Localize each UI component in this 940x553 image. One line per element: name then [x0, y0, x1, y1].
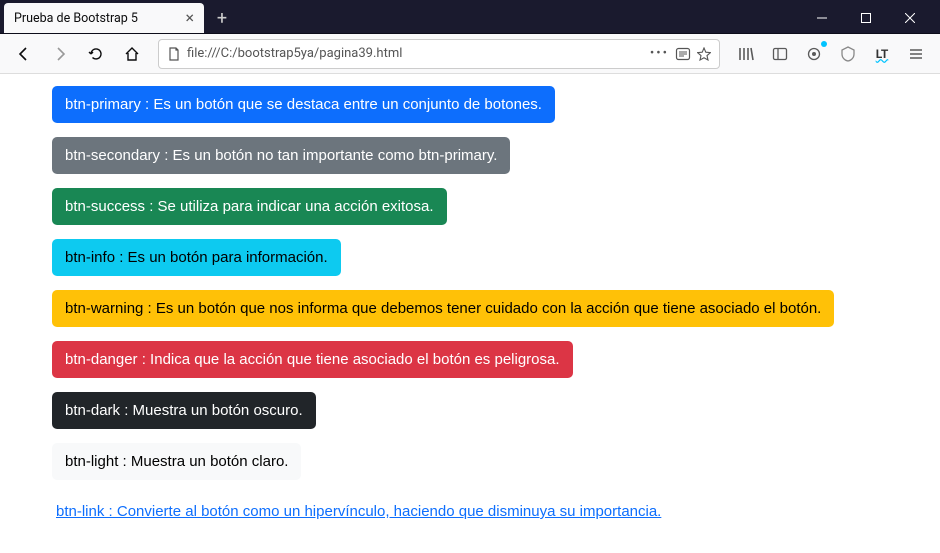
url-bar[interactable]: file:///C:/bootstrap5ya/pagina39.html ••…: [158, 39, 720, 69]
library-icon[interactable]: [734, 42, 758, 66]
btn-light[interactable]: btn-light : Muestra un botón claro.: [52, 443, 301, 480]
home-button[interactable]: [116, 38, 148, 70]
window-controls: [800, 0, 932, 32]
minimize-button[interactable]: [800, 4, 844, 32]
btn-primary[interactable]: btn-primary : Es un botón que se destaca…: [52, 86, 555, 123]
reload-button[interactable]: [80, 38, 112, 70]
file-icon: [167, 47, 181, 61]
page-content: btn-primary : Es un botón que se destaca…: [0, 74, 940, 541]
forward-button[interactable]: [44, 38, 76, 70]
btn-danger[interactable]: btn-danger : Indica que la acción que ti…: [52, 341, 573, 378]
btn-dark[interactable]: btn-dark : Muestra un botón oscuro.: [52, 392, 316, 429]
close-window-button[interactable]: [888, 4, 932, 32]
btn-info[interactable]: btn-info : Es un botón para información.: [52, 239, 341, 276]
toolbar: file:///C:/bootstrap5ya/pagina39.html ••…: [0, 34, 940, 74]
back-button[interactable]: [8, 38, 40, 70]
url-text: file:///C:/bootstrap5ya/pagina39.html: [187, 46, 644, 61]
sidebar-icon[interactable]: [768, 42, 792, 66]
toolbar-right: LT: [730, 42, 932, 66]
maximize-button[interactable]: [844, 4, 888, 32]
reader-mode-icon[interactable]: [675, 47, 691, 61]
bookmark-icon[interactable]: [697, 47, 711, 61]
menu-button[interactable]: [904, 42, 928, 66]
close-tab-icon[interactable]: ×: [185, 10, 194, 26]
btn-link[interactable]: btn-link : Convierte al botón como un hi…: [52, 494, 665, 529]
extension-icon-1[interactable]: [802, 42, 826, 66]
btn-warning[interactable]: btn-warning : Es un botón que nos inform…: [52, 290, 834, 327]
new-tab-button[interactable]: +: [208, 4, 236, 32]
btn-secondary[interactable]: btn-secondary : Es un botón no tan impor…: [52, 137, 510, 174]
titlebar: Prueba de Bootstrap 5 × +: [0, 0, 940, 34]
browser-tab[interactable]: Prueba de Bootstrap 5 ×: [4, 3, 204, 33]
extension-icon-2[interactable]: [836, 42, 860, 66]
tab-title: Prueba de Bootstrap 5: [14, 11, 138, 26]
page-actions-icon[interactable]: •••: [650, 46, 669, 61]
extension-icon-3[interactable]: LT: [870, 42, 894, 66]
btn-success[interactable]: btn-success : Se utiliza para indicar un…: [52, 188, 447, 225]
